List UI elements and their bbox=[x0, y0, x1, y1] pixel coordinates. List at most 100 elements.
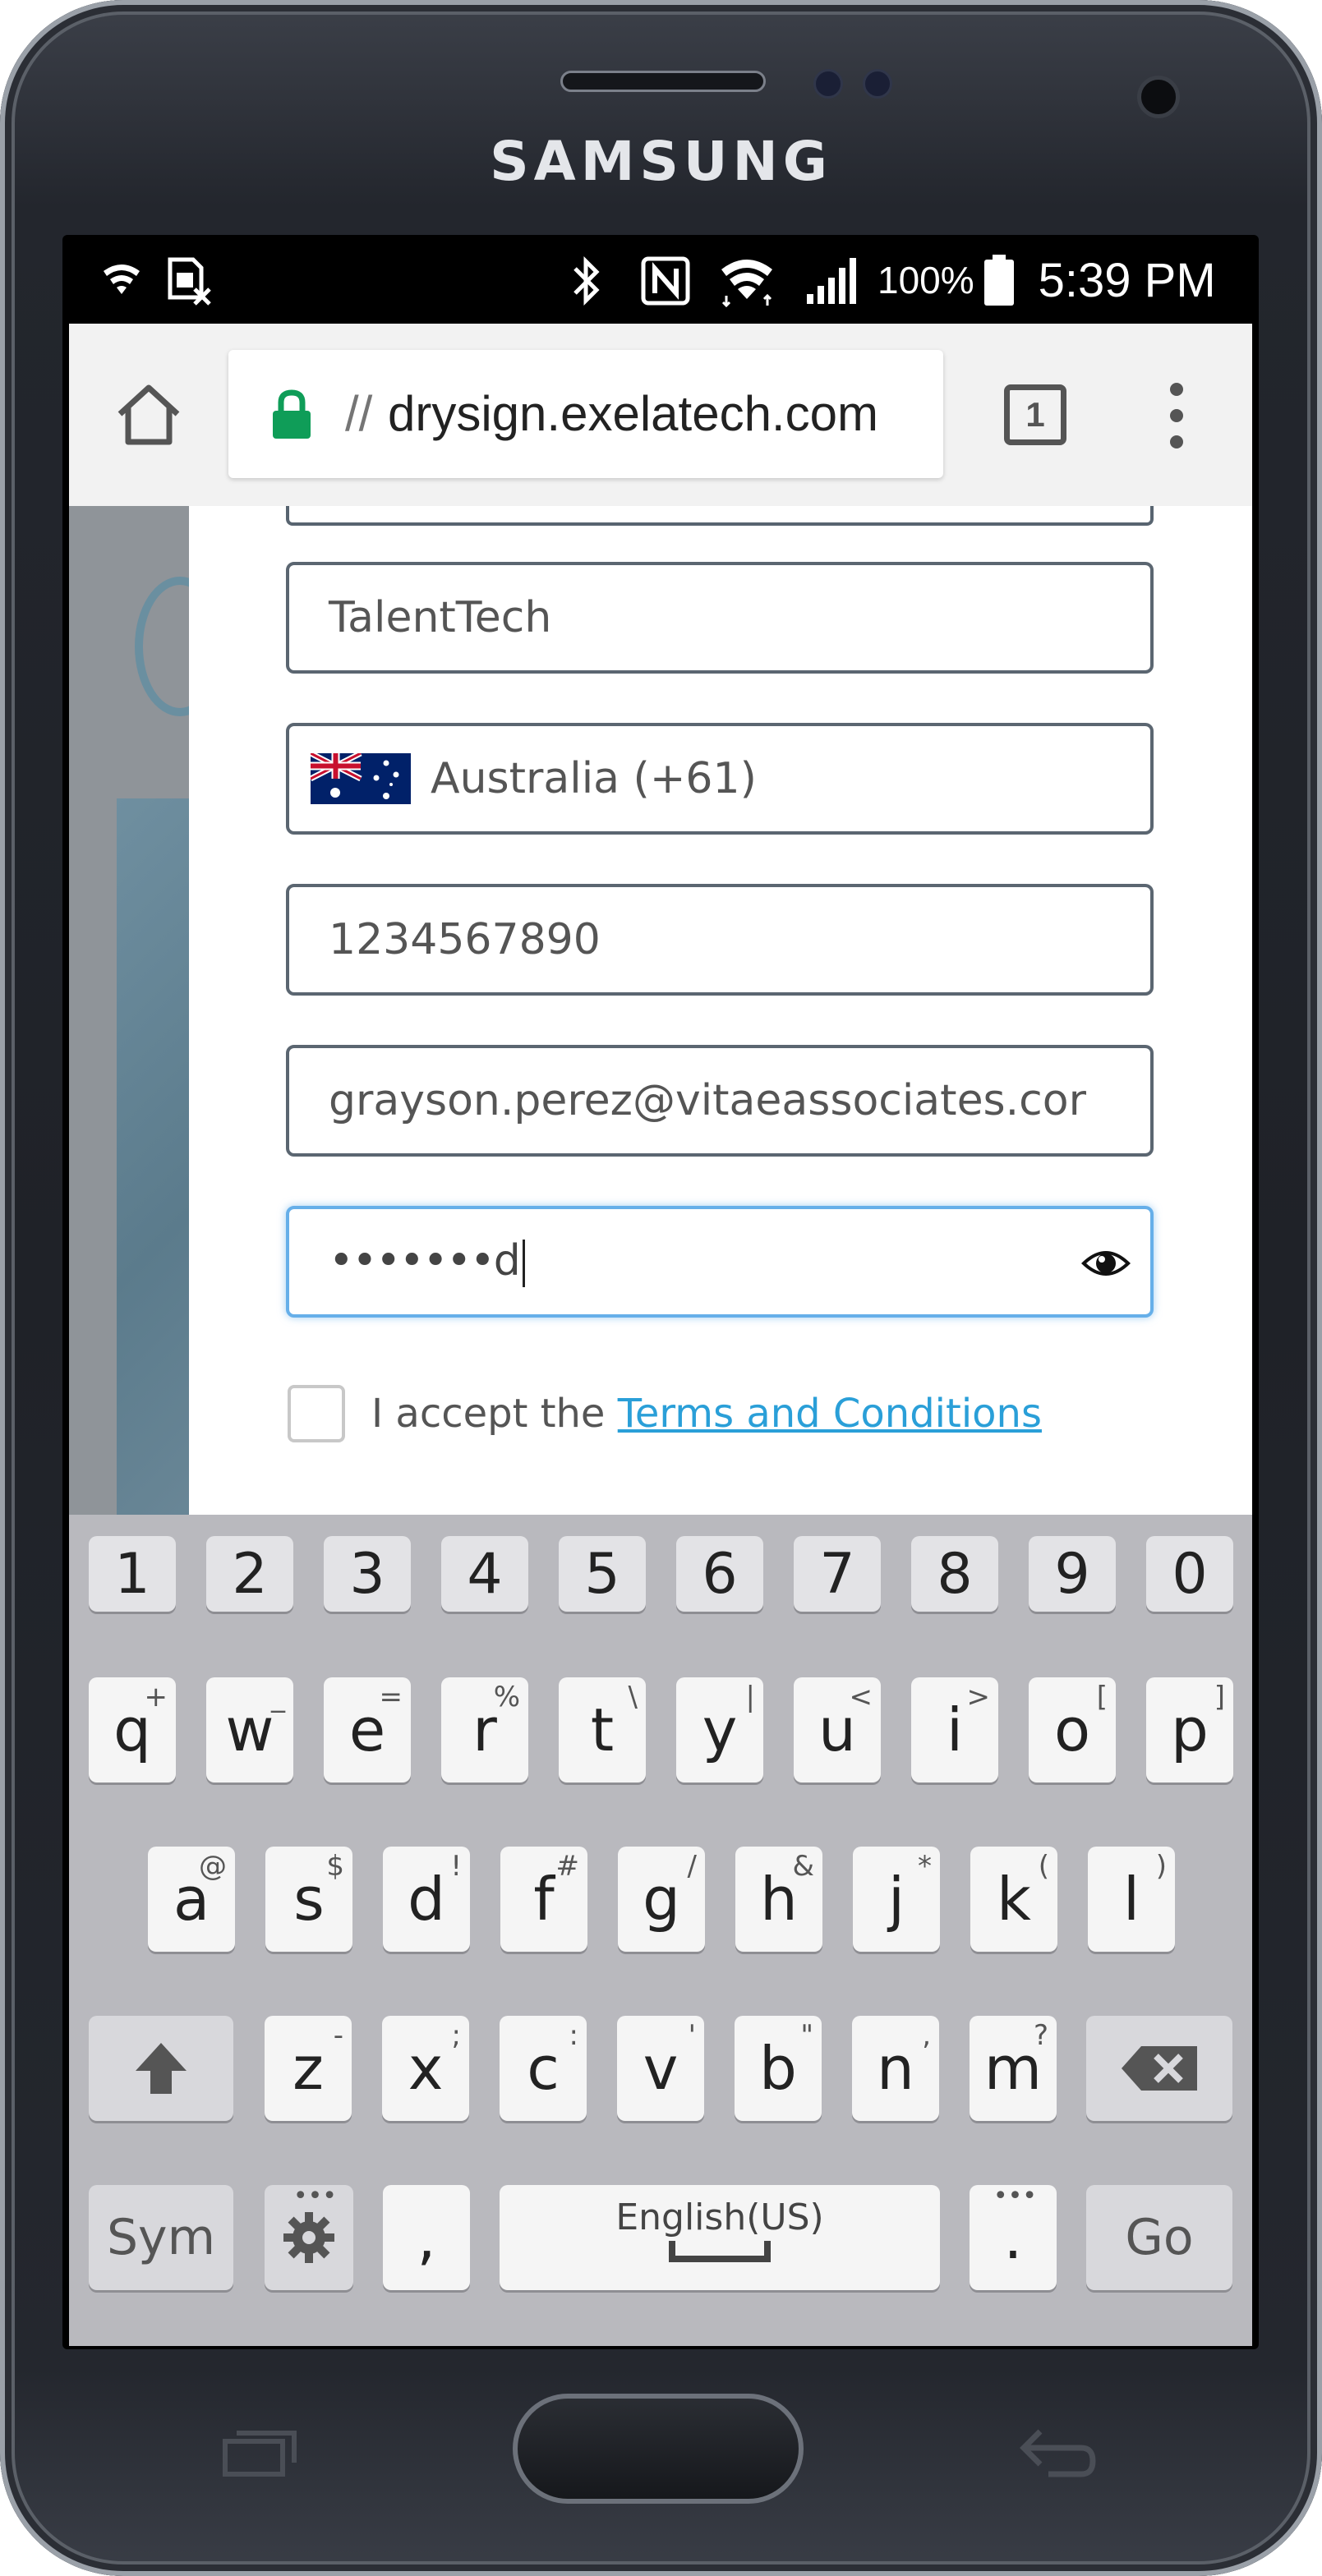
space-key[interactable]: English(US) bbox=[500, 2185, 940, 2290]
key-b-hint: " bbox=[800, 2019, 813, 2052]
key-y-hint: | bbox=[745, 1681, 755, 1714]
backspace-icon bbox=[1122, 2046, 1197, 2091]
gear-icon bbox=[283, 2212, 334, 2263]
email-value: grayson.perez@vitaeassociates.cor bbox=[329, 1076, 1086, 1125]
key-t[interactable]: t \ bbox=[559, 1677, 646, 1782]
key-3[interactable]: 3 bbox=[324, 1536, 411, 1612]
comma-key[interactable]: , bbox=[383, 2185, 470, 2290]
company-field[interactable]: TalentTech bbox=[286, 562, 1154, 674]
company-value: TalentTech bbox=[329, 593, 552, 642]
backspace-key[interactable] bbox=[1086, 2016, 1232, 2121]
home-icon[interactable] bbox=[113, 380, 184, 450]
key-r[interactable]: r% bbox=[441, 1677, 528, 1782]
key-f-hint: # bbox=[555, 1850, 580, 1883]
key-6[interactable]: 6 bbox=[676, 1536, 763, 1612]
key-z-label: z bbox=[292, 2034, 324, 2103]
key-x-hint: ; bbox=[451, 2019, 461, 2052]
shift-key[interactable] bbox=[89, 2016, 233, 2121]
password-field[interactable]: •••••••d bbox=[286, 1206, 1154, 1318]
key-c[interactable]: c: bbox=[500, 2016, 587, 2121]
key-f[interactable]: f # bbox=[500, 1847, 587, 1952]
key-n[interactable]: n, bbox=[852, 2016, 939, 2121]
overflow-menu-icon[interactable] bbox=[1160, 383, 1193, 448]
settings-key[interactable]: ••• bbox=[265, 2182, 353, 2290]
key-t-label: t bbox=[590, 1695, 615, 1764]
key-e[interactable]: e = bbox=[324, 1677, 411, 1782]
shift-icon bbox=[136, 2043, 187, 2094]
key-z[interactable]: z- bbox=[265, 2016, 352, 2121]
key-v[interactable]: v ' bbox=[617, 2016, 704, 2121]
home-button[interactable] bbox=[513, 2394, 804, 2504]
key-5-label: 5 bbox=[584, 1541, 620, 1607]
key-u[interactable]: u < bbox=[794, 1677, 881, 1782]
key-g-hint: / bbox=[687, 1850, 697, 1883]
key-8[interactable]: 8 bbox=[911, 1536, 998, 1612]
country-value: Australia (+61) bbox=[431, 754, 757, 803]
key-w-hint: _ bbox=[271, 1681, 285, 1714]
recent-apps-icon[interactable] bbox=[222, 2430, 297, 2477]
key-i-label: i bbox=[946, 1695, 963, 1764]
key-n-label: n bbox=[877, 2034, 914, 2103]
brand-logo: SAMSUNG bbox=[490, 130, 832, 193]
key-2[interactable]: 2 bbox=[206, 1536, 293, 1612]
key-7[interactable]: 7 bbox=[794, 1536, 881, 1612]
key-p[interactable]: p] bbox=[1146, 1677, 1233, 1782]
key-j[interactable]: j * bbox=[853, 1847, 940, 1952]
key-5[interactable]: 5 bbox=[559, 1536, 646, 1612]
nfc-icon bbox=[639, 255, 692, 307]
key-s[interactable]: s $ bbox=[265, 1847, 352, 1952]
key-y[interactable]: y | bbox=[676, 1677, 763, 1782]
key-j-hint: * bbox=[918, 1850, 932, 1883]
key-b-label: b bbox=[759, 2034, 797, 2103]
key-k-hint: ( bbox=[1038, 1850, 1049, 1883]
key-u-hint: < bbox=[849, 1681, 873, 1714]
key-6-label: 6 bbox=[702, 1541, 738, 1607]
terms-checkbox[interactable] bbox=[288, 1385, 345, 1442]
key-o-label: o bbox=[1053, 1695, 1091, 1764]
key-o[interactable]: o[ bbox=[1029, 1677, 1116, 1782]
url-text[interactable]: drysign.exelatech.com bbox=[388, 380, 878, 448]
key-4[interactable]: 4 bbox=[441, 1536, 528, 1612]
key-0[interactable]: 0 bbox=[1146, 1536, 1233, 1612]
key-m[interactable]: m? bbox=[970, 2016, 1057, 2121]
battery-icon bbox=[983, 255, 1014, 306]
terms-link[interactable]: Terms and Conditions bbox=[618, 1391, 1042, 1437]
go-key[interactable]: Go bbox=[1086, 2185, 1232, 2290]
key-g[interactable]: g / bbox=[618, 1847, 705, 1952]
email-field[interactable]: grayson.perez@vitaeassociates.cor bbox=[286, 1045, 1154, 1157]
status-bar: 100% 5:39 PM bbox=[69, 238, 1252, 324]
key-j-label: j bbox=[887, 1865, 905, 1934]
key-l-hint: ) bbox=[1155, 1850, 1167, 1883]
key-9[interactable]: 9 bbox=[1029, 1536, 1116, 1612]
key-1-label: 1 bbox=[114, 1541, 150, 1607]
key-h[interactable]: h & bbox=[735, 1847, 822, 1952]
previous-field[interactable] bbox=[286, 506, 1154, 526]
signal-icon bbox=[802, 255, 859, 307]
period-key[interactable]: ••• . bbox=[970, 2182, 1057, 2290]
key-1[interactable]: 1 bbox=[89, 1536, 176, 1612]
key-d[interactable]: d! bbox=[383, 1847, 470, 1952]
sensor bbox=[863, 69, 892, 99]
back-icon[interactable] bbox=[1016, 2423, 1098, 2481]
key-i[interactable]: i > bbox=[911, 1677, 998, 1782]
key-q[interactable]: q + bbox=[89, 1677, 176, 1782]
country-select[interactable]: Australia (+61) bbox=[286, 723, 1154, 835]
clock: 5:39 PM bbox=[1038, 253, 1216, 307]
key-v-label: v bbox=[643, 2034, 679, 2103]
key-k[interactable]: k( bbox=[970, 1847, 1057, 1952]
phone-field[interactable]: 1234567890 bbox=[286, 884, 1154, 996]
bluetooth-icon bbox=[565, 255, 608, 307]
key-b[interactable]: b " bbox=[735, 2016, 822, 2121]
wifi-calling-icon bbox=[97, 255, 146, 307]
key-x[interactable]: x; bbox=[382, 2016, 469, 2121]
key-l[interactable]: l) bbox=[1088, 1847, 1175, 1952]
key-w[interactable]: w _ bbox=[206, 1677, 293, 1782]
tab-switcher-button[interactable]: 1 bbox=[1004, 384, 1066, 445]
phone-value: 1234567890 bbox=[329, 915, 601, 964]
background-panel bbox=[117, 798, 191, 1515]
key-w-label: w bbox=[225, 1695, 274, 1764]
sym-key[interactable]: Sym bbox=[89, 2185, 233, 2290]
key-a[interactable]: a @ bbox=[148, 1847, 235, 1952]
key-y-label: y bbox=[702, 1695, 738, 1764]
eye-icon[interactable] bbox=[1080, 1239, 1132, 1288]
